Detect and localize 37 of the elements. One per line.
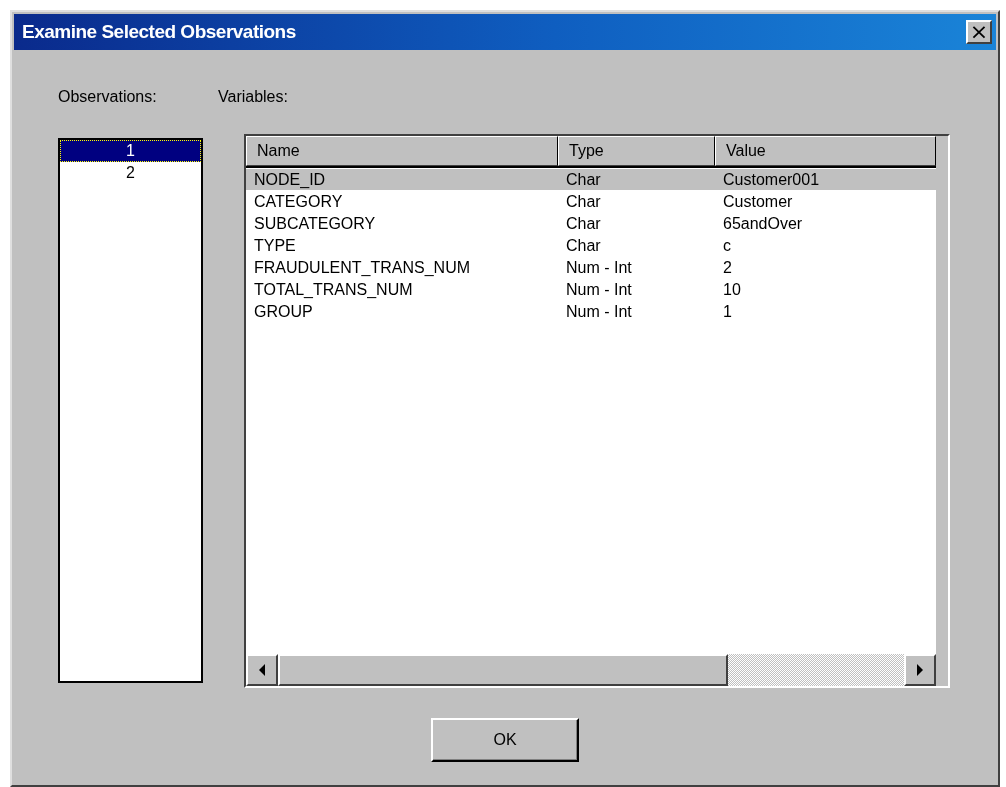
table-cell-text: CATEGORY xyxy=(253,192,344,211)
horizontal-scrollbar[interactable] xyxy=(246,653,936,686)
window-title: Examine Selected Observations xyxy=(22,21,296,43)
table-cell-text: Customer001 xyxy=(722,170,821,189)
table-cell-text: 1 xyxy=(722,302,733,321)
scroll-thumb[interactable] xyxy=(278,654,728,686)
table-cell-text: NODE_ID xyxy=(253,170,327,189)
column-header[interactable]: Type xyxy=(558,136,715,166)
left-arrow-icon xyxy=(259,664,265,676)
table-cell-text: 2 xyxy=(722,258,733,277)
ok-button[interactable]: OK xyxy=(431,718,579,762)
column-header[interactable]: Value xyxy=(715,136,936,166)
scroll-right-button[interactable] xyxy=(904,654,936,686)
observation-item[interactable]: 1 xyxy=(60,140,201,162)
table-cell-text: Num - Int xyxy=(565,258,633,277)
table-cell-text: Char xyxy=(565,214,602,233)
table-cell-text: 65andOver xyxy=(722,214,804,233)
table-cell-text: Char xyxy=(565,170,602,189)
table-cell-text: Num - Int xyxy=(565,302,633,321)
column-header[interactable]: Name xyxy=(246,136,558,166)
table-cell-text: TOTAL_TRANS_NUM xyxy=(253,280,414,299)
table-cell-text: Char xyxy=(565,236,602,255)
table-cell-text: Char xyxy=(565,192,602,211)
table-row[interactable]: NODE_ID Char Customer001 xyxy=(246,169,936,190)
table-cell-text: c xyxy=(722,236,732,255)
variables-label: Variables: xyxy=(218,88,289,107)
close-button[interactable]: × xyxy=(966,20,992,44)
observations-label: Observations: xyxy=(58,88,158,107)
table-cell-text: Customer xyxy=(722,192,794,211)
scroll-left-button[interactable] xyxy=(246,654,278,686)
table-cell-text: Num - Int xyxy=(565,280,633,299)
table-cell-text: 10 xyxy=(722,280,742,299)
table-cell-text: FRAUDULENT_TRANS_NUM xyxy=(253,258,472,277)
right-arrow-icon xyxy=(917,664,923,676)
table-cell-text: TYPE xyxy=(253,236,297,255)
table-cell-text: GROUP xyxy=(253,302,314,321)
table-cell-text: SUBCATEGORY xyxy=(253,214,377,233)
